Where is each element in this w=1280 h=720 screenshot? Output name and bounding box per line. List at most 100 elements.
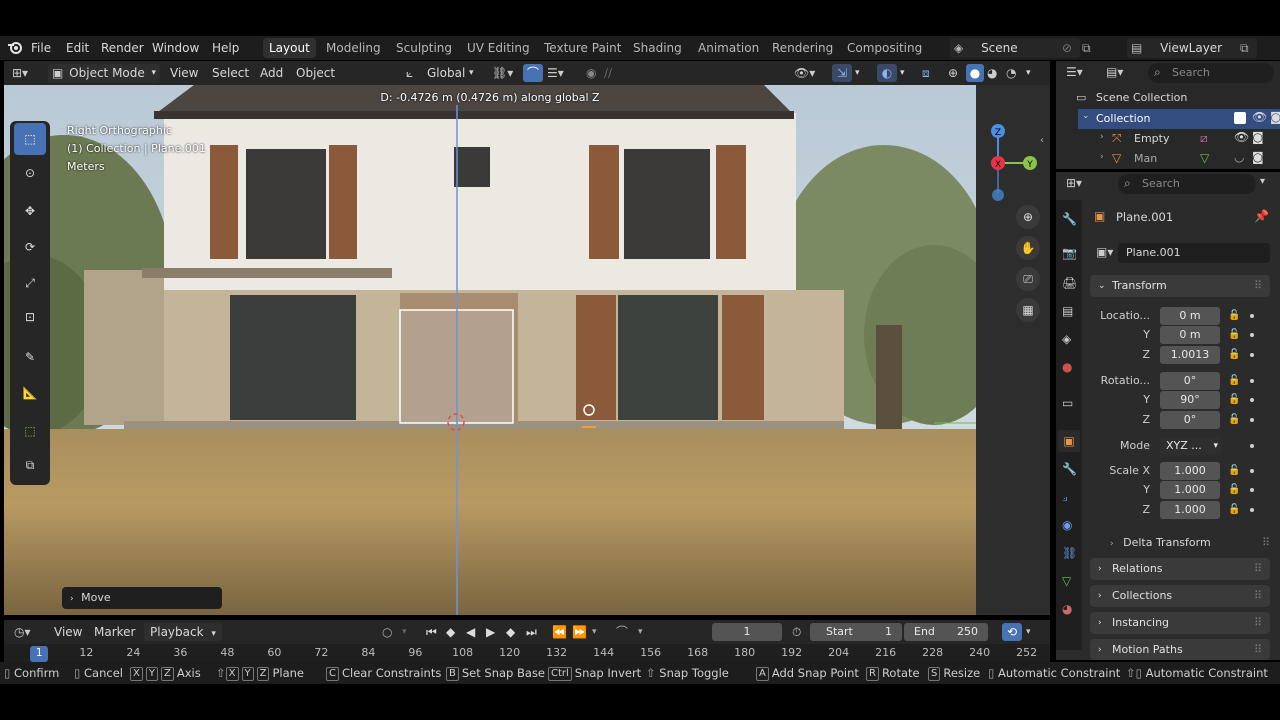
lock-icon[interactable]: 🔓 [1228,349,1240,360]
snap-target-icon[interactable]: ☰▾ [547,61,564,85]
timeline-ruler[interactable]: 1 12 24 36 48 60 72 84 96 108 120 132 144 156 168 180 19… [4,644,1050,662]
menu-edit[interactable]: Edit [66,36,89,60]
move-icon[interactable]: ✥ [14,195,46,227]
scale-y-field[interactable]: 1.000 [1160,481,1220,499]
scale-z-field[interactable]: 1.000 [1160,501,1220,519]
mode-dropdown[interactable]: ▣ Object Mode ▾ [48,64,160,83]
output-tab-icon[interactable]: 🖨 [1062,276,1077,290]
motion-paths-panel-header[interactable]: › Motion Paths ⠿ [1090,639,1270,660]
pin-icon[interactable]: 📌 [1254,209,1269,223]
keyframe-dot-icon[interactable] [1250,353,1254,357]
particles-tab-icon[interactable]: ⟓ [1062,490,1068,505]
xray-toggle-icon[interactable]: ⧈ [922,61,930,85]
chevron-down-icon[interactable]: ▾ [638,620,643,644]
wireframe-shading-icon[interactable]: ⊕ [948,61,958,85]
physics-tab-icon[interactable]: ◉ [1062,518,1072,532]
prev-keyframe-icon[interactable]: ◆ [446,620,455,644]
measure-icon[interactable]: 📐 [14,377,46,409]
overlay-toggle-icon[interactable]: ◐ [877,64,897,82]
sidebar-toggle-icon[interactable]: ‹ [1040,135,1044,146]
snap-timeline-icon[interactable]: ⌒ [616,620,628,644]
keyframe-dot-icon[interactable] [1250,418,1254,422]
tool-tab-icon[interactable]: 🔧 [1062,212,1077,226]
axis-gizmo[interactable]: Z Y X [976,115,1050,225]
drag-handle-icon[interactable]: ⠿ [1262,533,1270,553]
snap-toggle-icon[interactable]: ⌒ [523,64,543,82]
jump-start-icon[interactable]: ⏮ [426,620,437,644]
keyframe-dot-icon[interactable] [1250,379,1254,383]
rotation-z-field[interactable]: 0° [1160,411,1220,429]
chevron-down-icon[interactable]: ▾ [1026,620,1031,644]
object-datablock-field[interactable]: ▣▾ Plane.001 [1094,243,1270,263]
modifier-tab-icon[interactable]: 🔧 [1062,462,1077,476]
drag-handle-icon[interactable]: ⠿ [1254,558,1262,580]
world-tab-icon[interactable]: ● [1062,360,1072,374]
drag-handle-icon[interactable]: ⠿ [1254,585,1262,607]
auto-keying-icon[interactable]: ○ [382,620,392,644]
annotate-icon[interactable]: ✎ [14,341,46,373]
play-icon[interactable]: ▶ [486,620,495,644]
lock-icon[interactable]: 🔓 [1228,484,1240,495]
material-tab-icon[interactable]: ◕ [1062,602,1072,616]
solid-shading-icon[interactable]: ● [966,64,984,82]
editor-type-icon[interactable]: ⊞▾ [12,61,28,85]
constraints-tab-icon[interactable]: ⛓ [1062,546,1077,560]
visibility-icon[interactable]: 👁▾ [794,61,815,85]
falloff-icon[interactable]: ∕∕ [604,61,612,85]
chevron-down-icon[interactable]: ▾ [900,61,905,85]
outliner-search[interactable]: ⌕ Search [1148,63,1274,83]
timeline-menu-marker[interactable]: Marker [94,620,135,644]
menu-select[interactable]: Select [212,61,249,85]
location-z-field[interactable]: 1.0013 [1160,346,1220,364]
properties-search[interactable]: ⌕ Search [1118,174,1256,194]
proportional-edit-icon[interactable]: ◉ [586,61,596,85]
rendered-shading-icon[interactable]: ◔ [1006,61,1016,85]
lock-icon[interactable]: 🔓 [1228,504,1240,515]
rotation-mode-dropdown[interactable]: XYZ ... ▾ [1160,437,1222,455]
lock-icon[interactable]: 🔓 [1228,329,1240,340]
delta-transform-subpanel[interactable]: › Delta Transform ⠿ [1110,533,1270,553]
orientation-dropdown[interactable]: Global [427,61,465,85]
ortho-grid-icon[interactable]: ▦ [1016,298,1040,322]
jump-end-icon[interactable]: ⏭ [526,620,537,644]
options-chevron-icon[interactable]: ▾ [1260,176,1265,187]
menu-help[interactable]: Help [212,36,239,60]
properties-type-icon[interactable]: ⊞▾ [1066,176,1082,190]
stopwatch-icon[interactable]: ⏱ [792,620,801,644]
select-box-icon[interactable]: ⬚ [14,123,46,155]
tab-compositing[interactable]: Compositing [841,38,928,58]
add-cube-icon[interactable]: ⬚ [14,415,46,447]
menu-file[interactable]: File [31,36,51,60]
lock-icon[interactable]: 🔓 [1228,465,1240,476]
drag-handle-icon[interactable]: ⠿ [1254,275,1262,297]
tab-texture-paint[interactable]: Texture Paint [538,38,627,58]
current-frame-field[interactable]: 1 [712,623,782,641]
outliner-item-empty[interactable]: › ⤧ Empty ⧄ 👁 ◙ [1096,129,1280,149]
instancing-panel-header[interactable]: › Instancing ⠿ [1090,612,1270,634]
chevron-down-icon[interactable]: ▾ [1026,61,1031,85]
transform-icon[interactable]: ⊡ [14,301,46,333]
end-frame-field[interactable]: End 250 [904,623,988,641]
keyframe-dot-icon[interactable] [1250,398,1254,402]
collection-row[interactable]: ⌄ Collection 👁 ◙ [1078,109,1280,129]
next-keyframe-icon[interactable]: ◆ [506,620,515,644]
lock-icon[interactable]: 🔓 [1228,414,1240,425]
location-y-field[interactable]: 0 m [1160,326,1220,344]
keyframe-dot-icon[interactable] [1250,333,1254,337]
new-scene-icon[interactable]: ⧉ [1082,36,1091,60]
eye-icon[interactable]: 👁 [1234,130,1249,144]
eye-icon[interactable]: 👁 [1252,110,1267,124]
tab-sculpting[interactable]: Sculpting [390,38,458,58]
menu-add[interactable]: Add [260,61,283,85]
chevron-down-icon[interactable]: ▾ [402,620,407,644]
tab-rendering[interactable]: Rendering [766,38,839,58]
object-tab-icon[interactable]: ▣ [1058,430,1080,452]
camera-icon[interactable]: ◙ [1270,110,1280,124]
drag-handle-icon[interactable]: ⠿ [1254,612,1262,634]
display-mode-icon[interactable]: ▤▾ [1106,65,1123,79]
collections-panel-header[interactable]: › Collections ⠿ [1090,585,1270,607]
tab-animation[interactable]: Animation [692,38,765,58]
new-view-layer-icon[interactable]: ⧉ [1240,36,1249,60]
checkbox-icon[interactable] [1234,112,1246,124]
primitive-icon[interactable]: ⧉ [14,449,46,481]
